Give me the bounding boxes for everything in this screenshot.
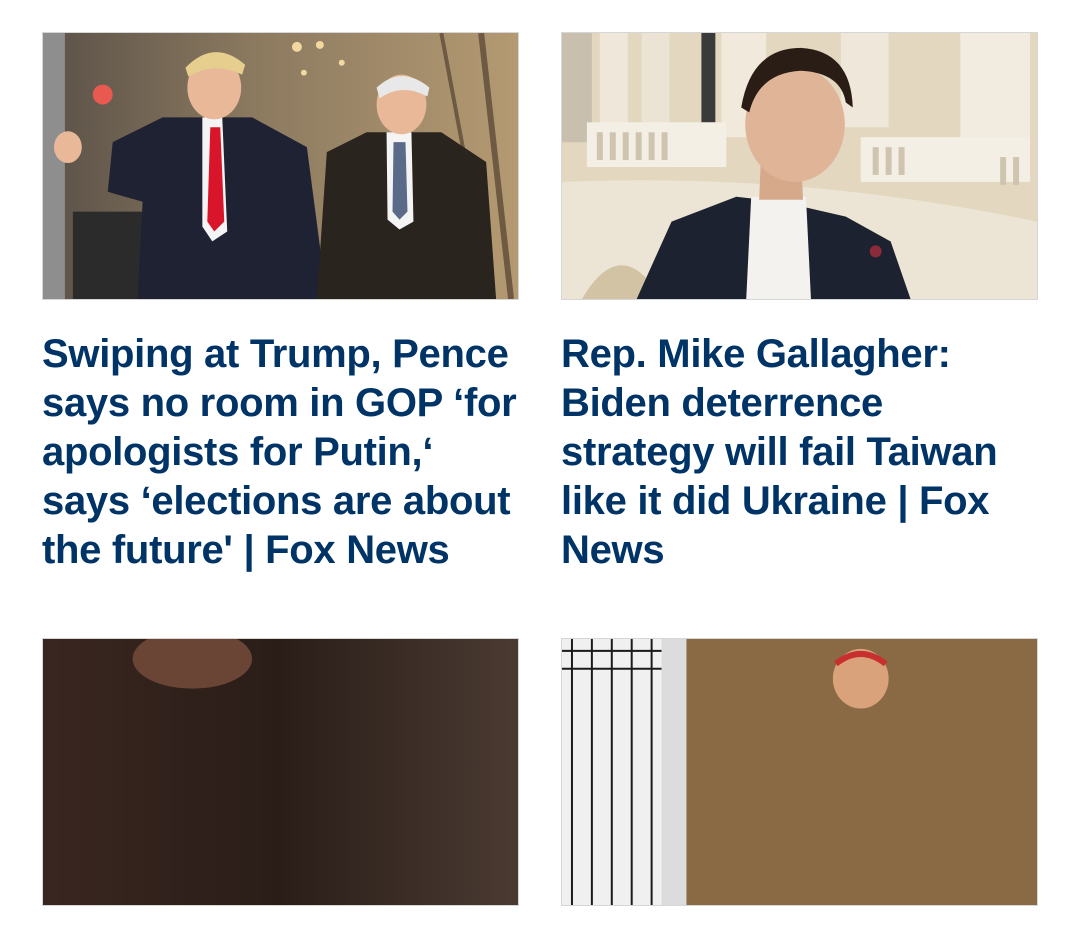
article-headline[interactable]: Swiping at Trump, Pence says no room in … bbox=[42, 330, 519, 575]
article-card-gallagher[interactable]: Rep. Mike Gallagher: Biden deterrence st… bbox=[561, 32, 1038, 575]
article-thumbnail[interactable] bbox=[42, 638, 519, 906]
article-card-pence[interactable]: Swiping at Trump, Pence says no room in … bbox=[42, 32, 519, 575]
photo-man-capitol-rotunda-icon bbox=[562, 33, 1037, 299]
photo-soccer-player-icon bbox=[562, 639, 1037, 905]
photo-dark-scene-icon bbox=[43, 639, 518, 905]
article-thumbnail[interactable] bbox=[561, 32, 1038, 300]
article-headline-link[interactable]: Rep. Mike Gallagher: Biden deterrence st… bbox=[561, 332, 998, 572]
article-card[interactable] bbox=[42, 638, 519, 936]
article-card[interactable] bbox=[561, 638, 1038, 936]
article-thumbnail[interactable] bbox=[42, 32, 519, 300]
article-headline-link[interactable]: Swiping at Trump, Pence says no room in … bbox=[42, 332, 517, 572]
article-thumbnail[interactable] bbox=[561, 638, 1038, 906]
article-headline[interactable]: Rep. Mike Gallagher: Biden deterrence st… bbox=[561, 330, 1038, 575]
photo-two-men-walking-icon bbox=[43, 33, 518, 299]
